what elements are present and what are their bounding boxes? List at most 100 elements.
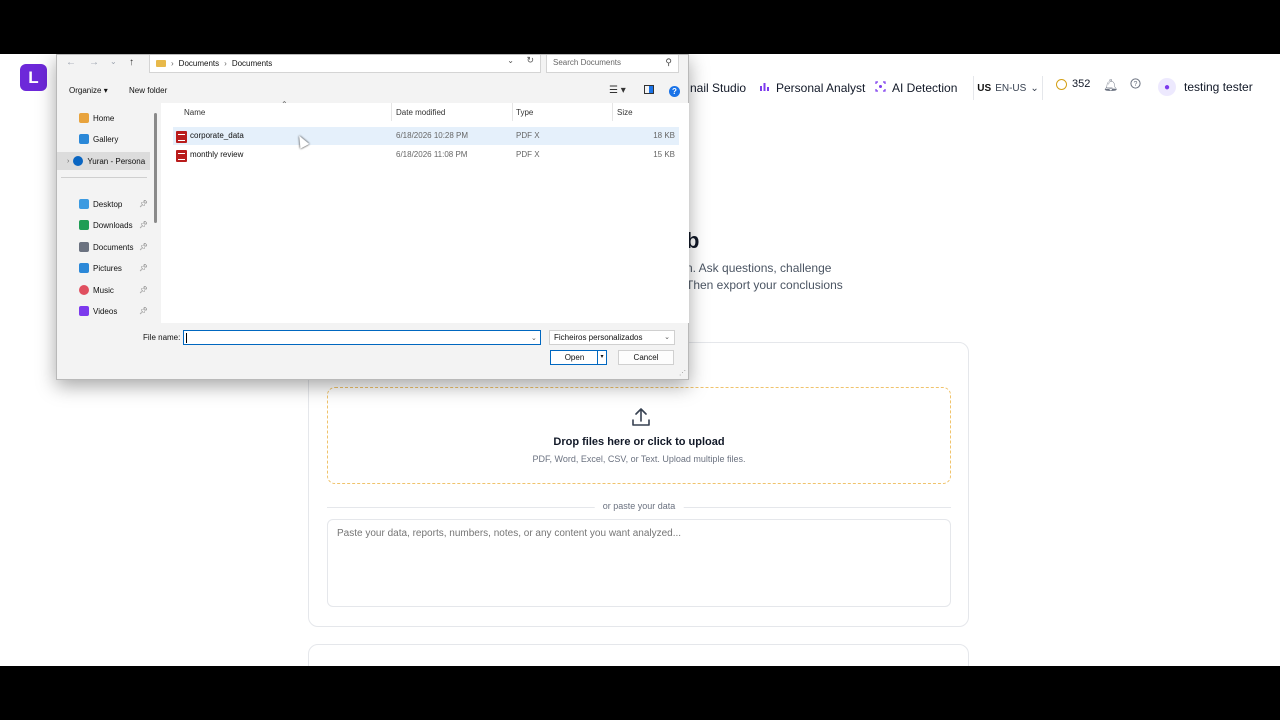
file-open-dialog: ← → ⌄ ↑ › Documents › Documents ⌄ ↻ Sear… [56, 54, 689, 380]
nav-item-label: Videos [93, 306, 118, 316]
nav-item-gallery[interactable]: Gallery [57, 130, 150, 148]
nav-scrollbar[interactable] [154, 113, 157, 223]
file-row[interactable]: corporate_data 6/18/2026 10:28 PM PDF X … [173, 127, 679, 145]
file-type-select[interactable]: Ficheiros personalizados ⌄ [549, 330, 675, 345]
language-selector[interactable]: US EN-US ⌄ [973, 76, 1043, 100]
pin-icon: 📌︎ [139, 308, 148, 315]
organize-button[interactable]: Organize ▾ [69, 86, 108, 95]
documents-icon [79, 242, 89, 252]
nav-item-desktop[interactable]: Desktop 📌︎ [57, 195, 150, 213]
navigation-pane: Home Gallery › Yuran - Persona Desktop 📌… [57, 103, 150, 323]
upload-icon [632, 408, 650, 426]
credits-badge[interactable]: 352 [1056, 78, 1090, 90]
help-icon[interactable]: ? [1130, 78, 1141, 92]
user-avatar-icon: ● [1158, 78, 1176, 96]
nav-personal-analyst-label: Personal Analyst [776, 81, 866, 95]
nav-ai-detection[interactable]: AI Detection [875, 78, 957, 98]
new-folder-button[interactable]: New folder [129, 86, 167, 95]
nav-item-label: Pictures [93, 263, 122, 273]
music-icon [79, 285, 89, 295]
column-divider[interactable] [512, 103, 513, 121]
cancel-button[interactable]: Cancel [618, 350, 674, 365]
paste-data-textarea[interactable] [327, 519, 951, 607]
search-input[interactable]: Search Documents ⚲ [546, 55, 679, 73]
search-icon: ⚲ [665, 57, 672, 67]
column-header-size[interactable]: Size [617, 103, 633, 121]
secondary-card [308, 644, 969, 666]
nav-personal-analyst[interactable]: Personal Analyst [759, 78, 865, 98]
file-row[interactable]: monthly review 6/18/2026 11:08 PM PDF X … [173, 146, 679, 164]
screen: L nail Studio Personal Analyst AI Detect… [0, 54, 1280, 666]
chevron-down-icon[interactable]: ⌄ [531, 334, 537, 342]
dialog-toolbar: Organize ▾ New folder ☰ ▾ ? [57, 82, 688, 102]
gallery-icon [79, 134, 89, 144]
file-type: PDF X [516, 150, 540, 159]
file-name-label: File name: [143, 333, 181, 342]
open-button-label: Open [564, 353, 585, 362]
chevron-down-icon[interactable]: ⌄ [507, 56, 514, 65]
user-menu[interactable]: ● testing tester [1158, 78, 1253, 96]
file-list: ⌃ Name Date modified Type Size corporate… [161, 100, 689, 323]
view-options-icon[interactable]: ☰ ▾ [609, 85, 626, 96]
open-button[interactable]: Open ▾ [550, 350, 607, 365]
scan-icon [875, 81, 886, 95]
nav-item-downloads[interactable]: Downloads 📌︎ [57, 216, 150, 234]
upload-title: Drop files here or click to upload [553, 436, 725, 448]
refresh-icon[interactable]: ↻ [526, 55, 534, 66]
nav-item-videos[interactable]: Videos 📌︎ [57, 302, 150, 320]
organize-label: Organize [69, 86, 102, 95]
chevron-down-icon: ⌄ [664, 334, 670, 341]
nav-item-documents[interactable]: Documents 📌︎ [57, 238, 150, 256]
help-icon[interactable]: ? [669, 86, 680, 97]
pin-icon: 📌︎ [139, 287, 148, 294]
file-size: 18 KB [653, 131, 675, 140]
preview-pane-icon[interactable] [644, 85, 654, 97]
pin-icon: 📌︎ [139, 244, 148, 251]
nav-item-label: Documents [93, 242, 134, 252]
nav-item-home[interactable]: Home [57, 109, 150, 127]
page-subtitle: n. Ask questions, challenge Then export … [686, 260, 886, 294]
back-icon[interactable]: ← [66, 57, 76, 68]
nav-item-music[interactable]: Music 📌︎ [57, 281, 150, 299]
language-code: EN-US [995, 82, 1027, 94]
forward-icon[interactable]: → [89, 57, 99, 68]
nav-divider [61, 177, 147, 178]
bell-icon[interactable]: 🔔︎ [1103, 78, 1118, 92]
nav-item-onedrive[interactable]: › Yuran - Persona [57, 152, 150, 170]
page-subtitle-line-1: n. Ask questions, challenge [686, 261, 832, 275]
breadcrumb-item[interactable]: Documents [232, 59, 272, 68]
videos-icon [79, 306, 89, 316]
pin-icon: 📌︎ [139, 222, 148, 229]
or-divider: or paste your data [327, 501, 951, 515]
file-name: corporate_data [190, 131, 244, 140]
chevron-right-icon: › [171, 59, 174, 68]
flag-icon: US [977, 82, 992, 94]
resize-grip-icon[interactable]: ⋰ [679, 369, 686, 377]
nav-item-pictures[interactable]: Pictures 📌︎ [57, 259, 150, 277]
up-icon[interactable]: ↑ [129, 57, 134, 68]
column-header-date[interactable]: Date modified [396, 103, 445, 121]
home-icon [79, 113, 89, 123]
coin-icon [1056, 78, 1067, 90]
recent-dropdown-icon[interactable]: ⌄ [110, 57, 117, 66]
address-bar[interactable]: › Documents › Documents ⌄ ↻ [149, 55, 541, 73]
column-header-name[interactable]: Name [184, 103, 205, 121]
search-placeholder: Search Documents [553, 58, 622, 67]
bar-chart-icon [759, 81, 770, 95]
column-divider[interactable] [391, 103, 392, 121]
column-header-type[interactable]: Type [516, 103, 533, 121]
file-name-row: File name: ⌄ Ficheiros personalizados ⌄ [57, 330, 688, 346]
file-type: PDF X [516, 131, 540, 140]
column-divider[interactable] [612, 103, 613, 121]
upload-dropzone[interactable]: Drop files here or click to upload PDF, … [327, 387, 951, 484]
nav-email-studio[interactable]: nail Studio [690, 78, 746, 98]
file-date: 6/18/2026 11:08 PM [396, 150, 468, 159]
svg-text:?: ? [1134, 81, 1138, 88]
chevron-down-icon: ⌄ [1030, 82, 1039, 94]
credits-count: 352 [1072, 78, 1091, 90]
pin-icon: 📌︎ [139, 265, 148, 272]
open-options-icon[interactable]: ▾ [597, 351, 606, 364]
file-name-input[interactable]: ⌄ [183, 330, 541, 345]
breadcrumb-item[interactable]: Documents [179, 59, 219, 68]
onedrive-icon [73, 156, 84, 166]
